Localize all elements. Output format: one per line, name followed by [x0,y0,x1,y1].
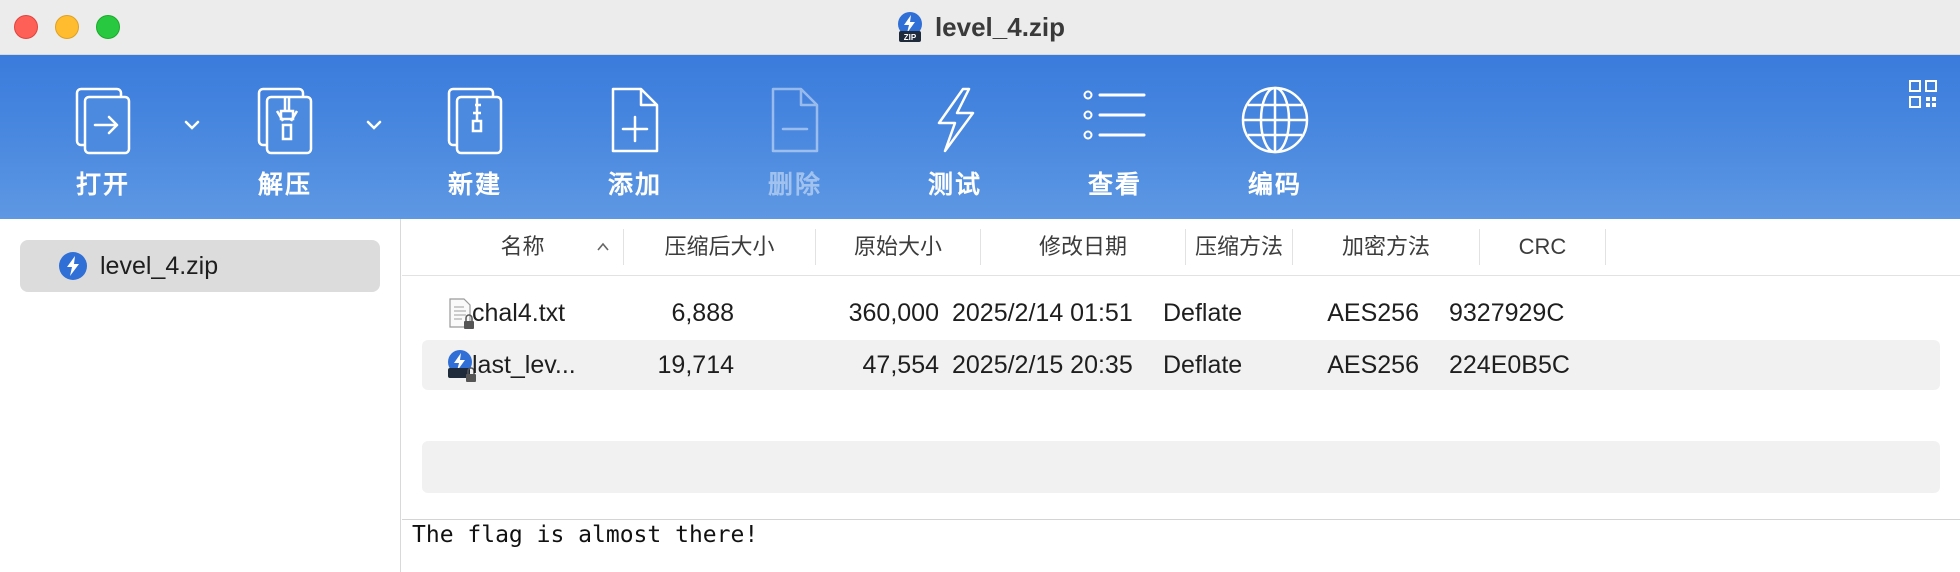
encoding-button[interactable]: 编码 [1205,85,1345,209]
extract-icon [257,87,313,155]
table-row[interactable]: chal4.txt 6,888 360,000 2025/2/14 01:51 … [422,288,1940,338]
file-name: chal4.txt [472,299,566,327]
sidebar: level_4.zip [0,219,401,572]
open-icon [75,87,131,155]
column-encryption-method[interactable]: 加密方法 [1293,229,1480,265]
svg-text:ZIP: ZIP [904,33,917,42]
toolbar: 打开 解压 新建 添加 删除 测试 查看 编码 [0,55,1960,219]
empty-list-row [422,441,1940,493]
title-bar: ZIP level_4.zip [0,0,1960,55]
test-label: 测试 [927,171,982,199]
modified-date: 2025/2/14 01:51 [952,299,1133,327]
add-file-icon [611,87,659,153]
extract-label: 解压 [257,171,312,199]
column-modified-date[interactable]: 修改日期 [981,229,1186,265]
compressed-size: 6,888 [671,299,734,327]
extract-dropdown-chevron-icon[interactable] [362,113,386,137]
encryption-method: AES256 [1327,299,1419,327]
open-dropdown-chevron-icon[interactable] [180,113,204,137]
original-size: 47,554 [862,351,939,379]
compression-method: Deflate [1163,351,1243,379]
lightning-icon [937,87,975,153]
delete-label: 删除 [767,171,822,199]
new-archive-button[interactable]: 新建 [405,85,545,209]
open-label: 打开 [75,171,130,199]
encoding-label: 编码 [1247,171,1302,199]
delete-file-icon [771,87,819,153]
column-crc[interactable]: CRC [1480,229,1606,265]
window-title: level_4.zip [934,11,1066,42]
globe-icon [1241,86,1309,154]
archive-comment-pane[interactable]: The flag is almost there! [402,519,1960,572]
table-row[interactable]: last_lev... 19,714 47,554 2025/2/15 20:3… [422,340,1940,390]
column-compressed-size[interactable]: 压缩后大小 [624,229,816,265]
new-archive-label: 新建 [447,171,502,199]
modified-date: 2025/2/15 20:35 [952,351,1133,379]
add-button[interactable]: 添加 [565,85,705,209]
view-label: 查看 [1087,171,1142,199]
compressed-size: 19,714 [657,351,734,379]
sidebar-item-label: level_4.zip [100,251,219,280]
new-archive-icon [447,87,503,155]
archive-comment-text: The flag is almost there! [412,522,759,548]
extract-button[interactable]: 解压 [215,85,355,209]
view-button[interactable]: 查看 [1045,85,1185,209]
column-name[interactable]: 名称 [422,229,624,265]
list-view-icon [1083,90,1146,140]
crc-value: 9327929C [1449,299,1565,327]
window-title-group: ZIP level_4.zip [0,10,1960,44]
zip-archive-icon: ZIP [897,12,922,42]
column-compression-method[interactable]: 压缩方法 [1186,229,1293,265]
sidebar-item-archive[interactable]: level_4.zip [20,240,380,292]
open-button[interactable]: 打开 [33,85,173,209]
encryption-method: AES256 [1327,351,1419,379]
file-list: 名称 压缩后大小 原始大小 修改日期 压缩方法 加密方法 CRC chal4.t… [402,219,1960,519]
test-button[interactable]: 测试 [885,85,1025,209]
column-header: 名称 压缩后大小 原始大小 修改日期 压缩方法 加密方法 CRC [402,219,1960,276]
original-size: 360,000 [848,299,939,327]
add-label: 添加 [607,171,662,199]
sort-ascending-icon [597,242,609,251]
crc-value: 224E0B5C [1449,351,1570,379]
zip-archive-icon [59,252,87,280]
delete-button[interactable]: 删除 [725,85,865,209]
file-name: last_lev... [472,351,576,379]
compression-method: Deflate [1163,299,1243,327]
grid-layout-icon[interactable] [1908,79,1938,109]
archive-window: ZIP level_4.zip 打开 解压 新建 添加 删除 测试 查看 编码 … [0,0,1960,572]
column-original-size[interactable]: 原始大小 [816,229,981,265]
